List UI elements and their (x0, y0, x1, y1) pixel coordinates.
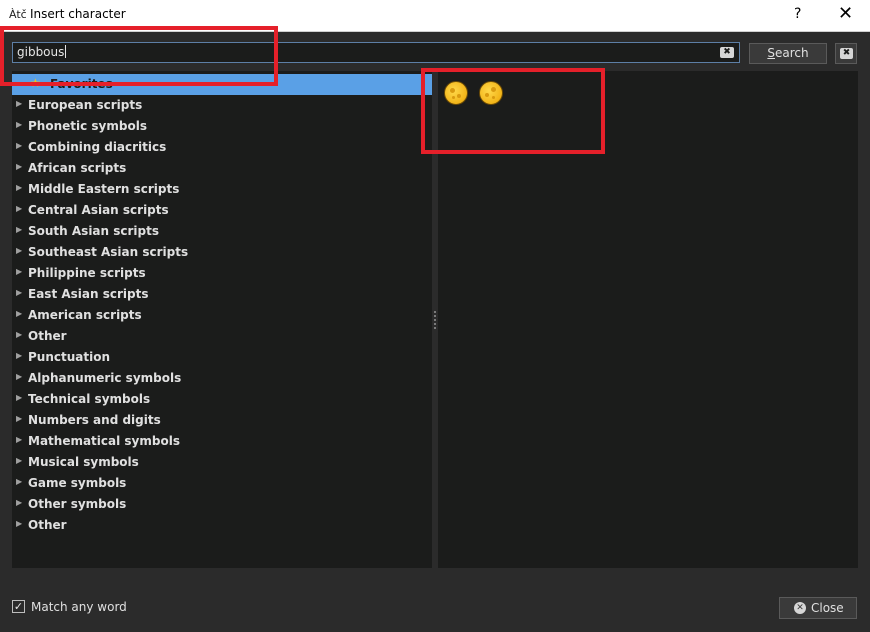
tree-item-label: East Asian scripts (28, 287, 149, 301)
tree-item-label: Game symbols (28, 476, 127, 490)
expand-arrow-icon[interactable]: ▶ (16, 477, 22, 486)
expand-arrow-icon[interactable]: ▶ (16, 183, 22, 192)
category-tree[interactable]: ★ Favorites ▶ European scripts ▶ Phonetic s… (12, 71, 432, 568)
tree-item[interactable]: ▶ Musical symbols (12, 452, 432, 473)
search-button-label: earch (775, 46, 809, 60)
tree-item-label: Other (28, 329, 67, 343)
expand-arrow-icon[interactable]: ▶ (16, 288, 22, 297)
tree-item-label: Middle Eastern scripts (28, 182, 180, 196)
tree-item-label: American scripts (28, 308, 142, 322)
tree-item[interactable]: ▶ South Asian scripts (12, 221, 432, 242)
match-any-word-checkbox[interactable]: ✓ (12, 600, 25, 613)
tree-item[interactable]: ▶ Southeast Asian scripts (12, 242, 432, 263)
tree-item[interactable]: ▶ Middle Eastern scripts (12, 179, 432, 200)
tree-item[interactable]: ▶ Combining diacritics (12, 137, 432, 158)
tree-item-label: Technical symbols (28, 392, 151, 406)
expand-arrow-icon[interactable]: ▶ (16, 204, 22, 213)
search-button-accel: S (767, 46, 775, 60)
tree-item-label: Central Asian scripts (28, 203, 169, 217)
expand-arrow-icon[interactable]: ▶ (16, 456, 22, 465)
splitter-grip-icon (434, 311, 436, 329)
tree-item[interactable]: ▶ Philippine scripts (12, 263, 432, 284)
tree-item[interactable]: ▶ Other (12, 515, 432, 536)
clear-icon: ✖ (840, 48, 853, 59)
expand-arrow-icon[interactable]: ▶ (16, 414, 22, 423)
tree-item[interactable]: ▶ Numbers and digits (12, 410, 432, 431)
annotation-box-results (421, 68, 605, 154)
clear-search-button[interactable]: ✖ (835, 43, 857, 64)
close-button-label: Close (811, 601, 844, 615)
tree-item-label: European scripts (28, 98, 143, 112)
tree-item-label: Other symbols (28, 497, 127, 511)
expand-arrow-icon[interactable]: ▶ (16, 162, 22, 171)
tree-item-label: South Asian scripts (28, 224, 160, 238)
expand-arrow-icon[interactable]: ▶ (16, 435, 22, 444)
tree-item-label: Southeast Asian scripts (28, 245, 189, 259)
close-button[interactable]: ✕ Close (779, 597, 857, 619)
tree-item[interactable]: ▶ Other symbols (12, 494, 432, 515)
tree-item-label: Other (28, 518, 67, 532)
window-title: Insert character (30, 7, 126, 21)
expand-arrow-icon[interactable]: ▶ (16, 99, 22, 108)
tree-item-label: Combining diacritics (28, 140, 167, 154)
expand-arrow-icon[interactable]: ▶ (16, 519, 22, 528)
tree-item[interactable]: ▶ American scripts (12, 305, 432, 326)
tree-item-label: African scripts (28, 161, 127, 175)
tree-item-label: Alphanumeric symbols (28, 371, 182, 385)
expand-arrow-icon[interactable]: ▶ (16, 330, 22, 339)
expand-arrow-icon[interactable]: ▶ (16, 372, 22, 381)
tree-item[interactable]: ▶ Other (12, 326, 432, 347)
tree-item-label: Musical symbols (28, 455, 139, 469)
match-any-word-label: Match any word (31, 600, 127, 614)
search-button[interactable]: Search (749, 43, 827, 64)
help-button[interactable]: ? (794, 6, 801, 22)
tree-item[interactable]: ▶ Punctuation (12, 347, 432, 368)
expand-arrow-icon[interactable]: ▶ (16, 267, 22, 276)
tree-item-label: Mathematical symbols (28, 434, 180, 448)
expand-arrow-icon[interactable]: ▶ (16, 498, 22, 507)
tree-item-label: Philippine scripts (28, 266, 146, 280)
tree-item[interactable]: ▶ Technical symbols (12, 389, 432, 410)
app-icon: Àtč (9, 8, 27, 21)
close-circle-icon: ✕ (794, 602, 806, 614)
expand-arrow-icon[interactable]: ▶ (16, 351, 22, 360)
expand-arrow-icon[interactable]: ▶ (16, 225, 22, 234)
clear-field-icon[interactable]: ✖ (720, 47, 734, 58)
tree-item[interactable]: ▶ European scripts (12, 95, 432, 116)
tree-item[interactable]: ▶ Game symbols (12, 473, 432, 494)
annotation-box-search (0, 26, 278, 86)
tree-item[interactable]: ▶ Phonetic symbols (12, 116, 432, 137)
expand-arrow-icon[interactable]: ▶ (16, 309, 22, 318)
tree-item[interactable]: ▶ East Asian scripts (12, 284, 432, 305)
tree-item[interactable]: ▶ Central Asian scripts (12, 200, 432, 221)
expand-arrow-icon[interactable]: ▶ (16, 120, 22, 129)
tree-item-label: Phonetic symbols (28, 119, 147, 133)
tree-item-label: Numbers and digits (28, 413, 161, 427)
tree-item-label: Punctuation (28, 350, 111, 364)
expand-arrow-icon[interactable]: ▶ (16, 393, 22, 402)
expand-arrow-icon[interactable]: ▶ (16, 141, 22, 150)
tree-item[interactable]: ▶ Alphanumeric symbols (12, 368, 432, 389)
tree-item[interactable]: ▶ African scripts (12, 158, 432, 179)
window-close-button[interactable]: ✕ (838, 3, 853, 24)
tree-item[interactable]: ▶ Mathematical symbols (12, 431, 432, 452)
expand-arrow-icon[interactable]: ▶ (16, 246, 22, 255)
